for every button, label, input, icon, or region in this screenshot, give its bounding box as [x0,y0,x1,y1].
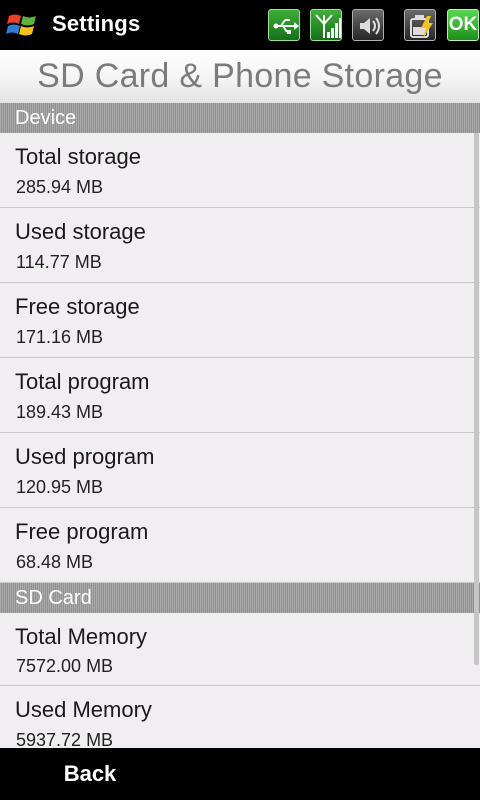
item-value: 189.43 MB [16,402,104,422]
ok-button[interactable]: OK [447,9,479,41]
item-value: 114.77 MB [16,252,102,272]
item-value: 68.48 MB [16,552,94,572]
item-label: Used program [15,444,155,469]
item-label: Free program [15,519,149,544]
item-value: 171.16 MB [16,327,104,347]
speaker-volume-icon[interactable] [352,9,384,41]
item-label: Total Memory [15,624,148,649]
page-title: SD Card & Phone Storage [37,57,443,95]
item-label: Free storage [15,294,140,319]
section-header-device: Device [0,103,480,133]
list-item-total-storage: Total storage 285.94 MB [0,133,480,208]
list-item-free-storage: Free storage 171.16 MB [0,283,480,358]
item-value: 7572.00 MB [16,656,114,676]
status-bar: Settings OK [0,0,480,50]
list-item-free-program: Free program 68.48 MB [0,508,480,583]
signal-strength-icon[interactable] [310,9,342,41]
usb-connection-icon[interactable] [268,9,300,41]
back-button[interactable]: Back [40,748,140,800]
windows-start-icon[interactable] [6,10,38,40]
list-item-used-program: Used program 120.95 MB [0,433,480,508]
status-title: Settings [52,11,141,36]
item-label: Total program [15,369,150,394]
scrollbar[interactable] [474,133,479,665]
item-value: 5937.72 MB [16,730,114,748]
list-item-used-memory: Used Memory 5937.72 MB [0,686,480,748]
item-value: 285.94 MB [16,177,104,197]
bottom-bar: Back [0,748,480,800]
storage-list[interactable]: Device Total storage 285.94 MB Used stor… [0,103,480,748]
item-label: Used Memory [15,697,152,722]
item-label: Used storage [15,219,146,244]
list-item-used-storage: Used storage 114.77 MB [0,208,480,283]
item-value: 120.95 MB [16,477,104,497]
battery-charging-icon[interactable] [404,9,436,41]
list-item-total-memory: Total Memory 7572.00 MB [0,613,480,686]
item-label: Total storage [15,144,141,169]
list-item-total-program: Total program 189.43 MB [0,358,480,433]
section-header-sd-card: SD Card [0,583,480,613]
title-band: SD Card & Phone Storage [0,50,480,103]
